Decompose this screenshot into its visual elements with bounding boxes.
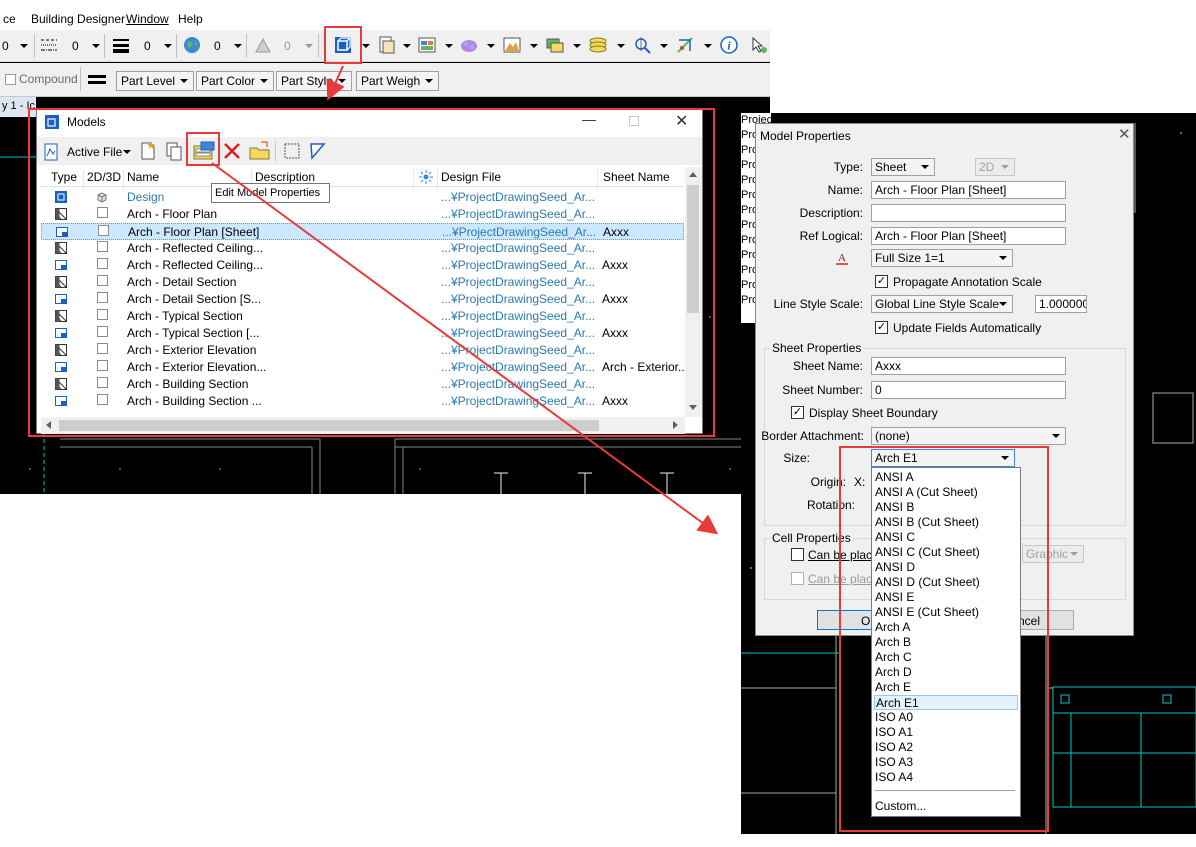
part-color-dropdown[interactable]: Part Color <box>196 71 275 91</box>
main-toolbar: 0 0 0 0 0 i <box>0 30 770 62</box>
priority-icon[interactable] <box>254 36 272 54</box>
chevron-down-icon <box>305 44 313 48</box>
sheet-properties-label: Sheet Properties <box>770 341 864 355</box>
highlight-models-dialog <box>28 108 715 437</box>
raster-icon[interactable] <box>418 36 436 54</box>
level-stack-icon[interactable] <box>589 36 607 54</box>
line-weight-icon[interactable] <box>88 74 106 86</box>
display-boundary-checkbox[interactable]: ✓ <box>791 406 804 419</box>
propagate-label: Propagate Annotation Scale <box>893 275 1042 289</box>
chevron-down-icon[interactable] <box>92 44 100 48</box>
sheet-name-label: Sheet Name: <box>792 359 863 373</box>
chevron-down-icon[interactable] <box>164 44 172 48</box>
size-label: Size: <box>783 451 810 465</box>
update-fields-label: Update Fields Automatically <box>893 321 1042 335</box>
color-value[interactable]: 0 <box>2 39 9 53</box>
line-weight-value[interactable]: 0 <box>144 39 151 53</box>
attributes-toolbar: Compound Part Level Part Color Part Styl… <box>0 63 770 97</box>
chevron-down-icon[interactable] <box>617 44 625 48</box>
point-cloud-icon[interactable] <box>460 36 478 54</box>
highlight-edit-button <box>186 132 220 166</box>
ref-logical-label: Ref Logical: <box>799 229 863 243</box>
menu-bar: ce Building Designer Window Help <box>0 8 770 30</box>
menu-item-help[interactable]: Help <box>178 12 203 26</box>
line-style-icon[interactable] <box>40 36 58 54</box>
border-attachment-dropdown[interactable]: (none) <box>871 427 1066 445</box>
dimension-dropdown: 2D <box>975 158 1015 176</box>
highlight-size-list <box>839 446 1049 832</box>
chevron-down-icon[interactable] <box>704 44 712 48</box>
chevron-down-icon[interactable] <box>234 44 242 48</box>
menu-item-building-designer[interactable]: Building Designer <box>31 12 125 26</box>
compound-label: Compound <box>19 72 78 86</box>
sheet-number-field[interactable]: 0 <box>871 381 1066 399</box>
line-weight-icon[interactable] <box>112 36 130 54</box>
terrain-icon[interactable] <box>503 36 521 54</box>
line-style-scale-field[interactable]: 1.000000 <box>1035 295 1087 313</box>
chevron-down-icon[interactable] <box>20 44 28 48</box>
propagate-checkbox[interactable]: ✓ <box>875 275 888 288</box>
svg-text:A: A <box>838 252 846 264</box>
priority-value: 0 <box>284 39 291 53</box>
annotation-scale-dropdown[interactable]: Full Size 1=1 <box>871 249 1013 267</box>
annotation-scale-icon: A <box>836 252 848 265</box>
compound-checkbox[interactable] <box>5 74 16 85</box>
globe-icon[interactable] <box>183 36 201 54</box>
description-label: Description: <box>799 206 863 220</box>
close-icon[interactable]: ✕ <box>1118 125 1131 143</box>
highlight-models-button <box>324 26 362 64</box>
layers-icon[interactable] <box>546 36 564 54</box>
selection-icon[interactable] <box>750 36 768 54</box>
line-style-scale-dropdown[interactable]: Global Line Style Scale <box>871 295 1013 313</box>
chevron-down-icon[interactable] <box>573 44 581 48</box>
line-style-scale-label: Line Style Scale: <box>773 297 863 311</box>
display-boundary-label: Display Sheet Boundary <box>809 406 938 420</box>
chevron-down-icon[interactable] <box>403 44 411 48</box>
sheet-number-label: Sheet Number: <box>782 383 863 397</box>
chevron-down-icon[interactable] <box>362 44 370 48</box>
chevron-down-icon[interactable] <box>487 44 495 48</box>
type-dropdown[interactable]: Sheet <box>871 158 935 176</box>
update-fields-checkbox[interactable]: ✓ <box>875 321 888 334</box>
description-field[interactable] <box>871 204 1066 222</box>
can-be-placed-checkbox-1[interactable] <box>791 548 804 561</box>
name-field[interactable]: Arch - Floor Plan [Sheet] <box>871 181 1066 199</box>
chevron-down-icon[interactable] <box>660 44 668 48</box>
can-be-placed-checkbox-2 <box>791 572 804 585</box>
view-tools-icon[interactable] <box>676 36 694 54</box>
chevron-down-icon[interactable] <box>445 44 453 48</box>
type-label: Type: <box>833 160 863 174</box>
model-properties-title: Model Properties <box>760 129 851 143</box>
chevron-down-icon[interactable] <box>530 44 538 48</box>
part-weight-dropdown[interactable]: Part Weigh <box>356 71 440 91</box>
menu-item-ce[interactable]: ce <box>3 12 16 26</box>
border-attachment-label: Border Attachment: <box>761 429 864 443</box>
menu-item-window[interactable]: Window <box>126 12 169 26</box>
part-style-dropdown[interactable]: Part Style <box>276 71 353 91</box>
line-style-value[interactable]: 0 <box>72 39 79 53</box>
info-icon[interactable]: i <box>720 36 738 54</box>
name-label: Name: <box>827 183 863 197</box>
transparency-value[interactable]: 0 <box>214 39 221 53</box>
snap-icon[interactable] <box>633 36 651 54</box>
sheet-name-field[interactable]: Axxx <box>871 357 1066 375</box>
part-level-dropdown[interactable]: Part Level <box>116 71 195 91</box>
ref-logical-field[interactable]: Arch - Floor Plan [Sheet] <box>871 227 1066 245</box>
references-icon[interactable] <box>377 36 395 54</box>
